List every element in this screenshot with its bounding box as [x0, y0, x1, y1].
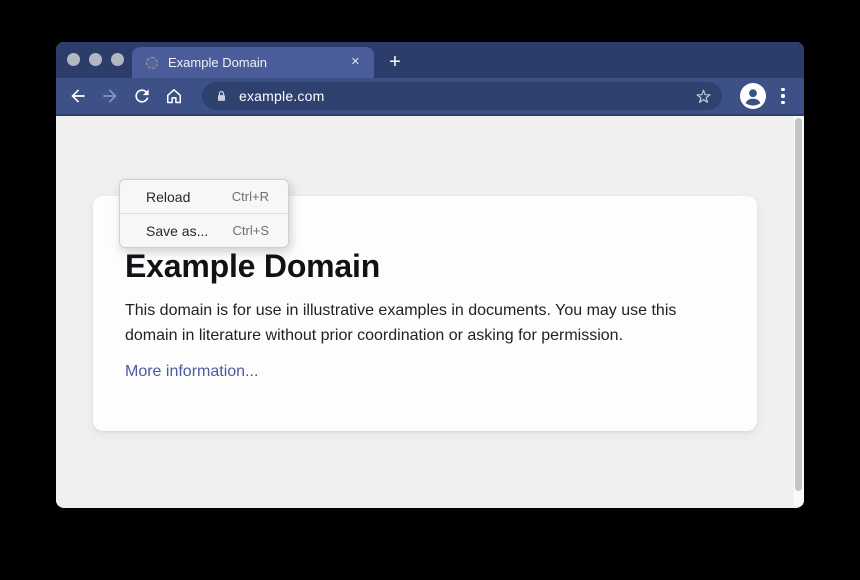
url-text[interactable]: example.com — [239, 88, 692, 104]
scrollbar-thumb[interactable] — [795, 118, 802, 491]
tab-title: Example Domain — [168, 55, 349, 70]
star-icon — [694, 87, 713, 106]
reload-button[interactable] — [130, 84, 154, 108]
scrollbar[interactable] — [794, 116, 804, 506]
page-viewport: Example Domain This domain is for use in… — [56, 116, 804, 506]
bookmark-button[interactable] — [692, 85, 714, 107]
reload-icon — [132, 86, 152, 106]
home-icon — [164, 86, 184, 106]
context-menu-item-save-as[interactable]: Save as... Ctrl+S — [120, 214, 288, 247]
overflow-menu-icon — [781, 88, 784, 104]
forward-icon — [100, 86, 120, 106]
back-icon — [68, 86, 88, 106]
address-bar[interactable]: example.com — [202, 82, 722, 110]
tab-strip: Example Domain ✕ + — [56, 42, 804, 78]
navigation-toolbar: example.com — [56, 78, 804, 116]
more-information-link[interactable]: More information... — [125, 363, 258, 381]
tab-favicon-globe-icon — [146, 57, 158, 69]
new-tab-button[interactable]: + — [381, 47, 409, 78]
close-tab-icon[interactable]: ✕ — [349, 55, 362, 70]
minimize-window-button[interactable] — [89, 53, 102, 66]
menu-item-shortcut: Ctrl+S — [233, 223, 269, 238]
back-button[interactable] — [66, 84, 90, 108]
forward-button[interactable] — [98, 84, 122, 108]
profile-button[interactable] — [740, 83, 766, 109]
menu-item-label: Save as... — [146, 223, 208, 239]
menu-item-label: Reload — [146, 189, 190, 205]
context-menu: Reload Ctrl+R Save as... Ctrl+S — [119, 179, 289, 248]
close-window-button[interactable] — [67, 53, 80, 66]
maximize-window-button[interactable] — [111, 53, 124, 66]
browser-menu-button[interactable] — [774, 84, 792, 108]
page-paragraph: This domain is for use in illustrative e… — [93, 299, 718, 348]
home-button[interactable] — [162, 84, 186, 108]
browser-window: Example Domain ✕ + — [56, 42, 804, 508]
browser-tab[interactable]: Example Domain ✕ — [132, 47, 374, 78]
window-controls — [67, 53, 124, 66]
profile-icon — [740, 83, 766, 109]
context-menu-item-reload[interactable]: Reload Ctrl+R — [120, 180, 288, 213]
menu-item-shortcut: Ctrl+R — [232, 189, 269, 204]
new-tab-icon: + — [389, 51, 401, 74]
screenshot-stage: Example Domain ✕ + — [0, 0, 860, 580]
lock-icon — [215, 89, 228, 104]
